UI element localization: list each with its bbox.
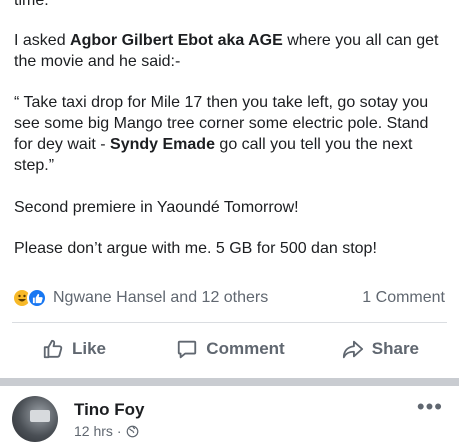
post-paragraph-2: “ Take taxi drop for Mile 17 then you ta… bbox=[14, 92, 445, 176]
globe-icon bbox=[126, 425, 138, 437]
reaction-icons[interactable] bbox=[12, 288, 47, 308]
share-icon bbox=[342, 340, 363, 359]
share-button[interactable]: Share bbox=[293, 338, 459, 360]
avatar[interactable] bbox=[12, 396, 58, 442]
feed-separator bbox=[0, 378, 459, 386]
tagged-user-age[interactable]: Agbor Gilbert Ebot aka AGE bbox=[70, 32, 283, 49]
comments-count[interactable]: 1 Comment bbox=[362, 289, 445, 307]
more-icon[interactable]: ••• bbox=[417, 396, 443, 418]
comment-label: Comment bbox=[206, 339, 285, 358]
previous-text-fragment: time. bbox=[14, 0, 49, 9]
comment-icon bbox=[178, 340, 197, 359]
thumbs-up-icon bbox=[43, 339, 63, 359]
post-body: I asked Agbor Gilbert Ebot aka AGE where… bbox=[14, 30, 445, 279]
post-paragraph-1: I asked Agbor Gilbert Ebot aka AGE where… bbox=[14, 30, 445, 72]
post-paragraph-4: Please don’t argue with me. 5 GB for 500… bbox=[14, 240, 377, 257]
next-post-header: Tino Foy 12 hrs · ••• bbox=[0, 386, 459, 442]
tagged-user-syndy[interactable]: Syndy Emade bbox=[110, 136, 215, 153]
reactors-text[interactable]: Ngwane Hansel and 12 others bbox=[53, 289, 362, 307]
author-name[interactable]: Tino Foy bbox=[74, 400, 145, 420]
p1-text-before: I asked bbox=[14, 32, 71, 49]
like-icon bbox=[27, 288, 47, 308]
post-paragraph-3: Second premiere in Yaoundé Tomorrow! bbox=[14, 199, 299, 216]
post-actions: Like Comment Share bbox=[0, 330, 459, 368]
meta-dot: · bbox=[116, 423, 122, 439]
post-meta: 12 hrs · bbox=[74, 423, 139, 439]
comment-button[interactable]: Comment bbox=[168, 338, 294, 360]
like-button[interactable]: Like bbox=[0, 338, 168, 360]
divider bbox=[12, 322, 447, 323]
share-label: Share bbox=[371, 339, 420, 358]
post-time[interactable]: 12 hrs bbox=[74, 423, 113, 439]
reactions-bar: Ngwane Hansel and 12 others 1 Comment bbox=[12, 286, 445, 310]
like-label: Like bbox=[72, 339, 107, 358]
